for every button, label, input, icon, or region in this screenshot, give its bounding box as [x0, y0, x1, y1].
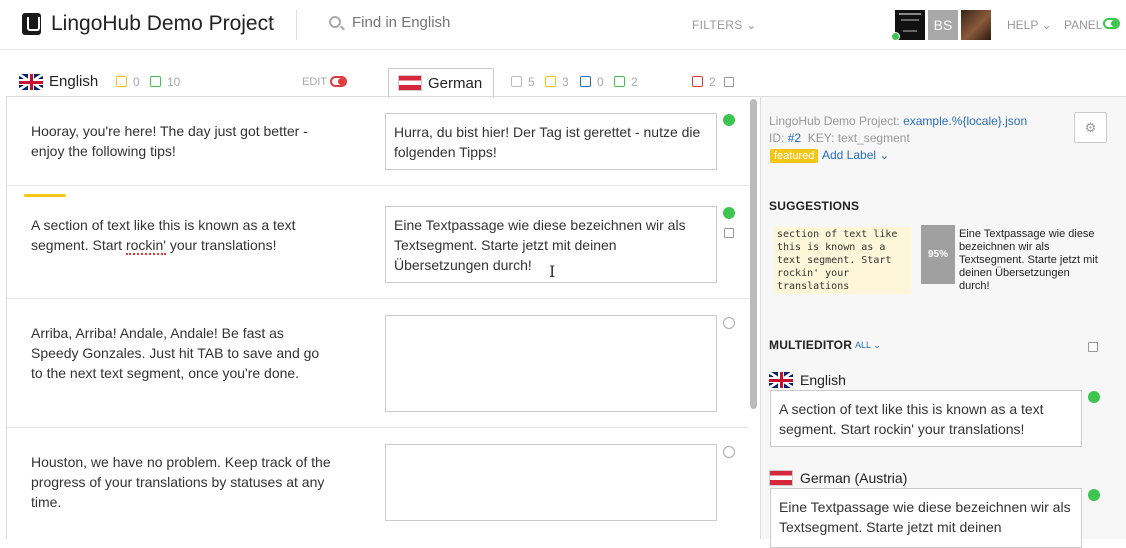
suggestions-title: SUGGESTIONS — [769, 199, 860, 213]
status-yellow-count: 3 — [562, 75, 569, 89]
status-done-icon[interactable] — [723, 207, 735, 219]
status-blue-count: 0 — [597, 75, 604, 89]
target-input[interactable] — [385, 444, 717, 521]
text-cursor-icon: I — [549, 262, 556, 281]
source-text: Hooray, you're here! The day just got be… — [31, 123, 308, 159]
search-icon — [329, 16, 341, 28]
status-yellow-filter[interactable] — [545, 76, 556, 87]
table-row[interactable]: Arriba, Arriba! Andale, Andale! Be fast … — [7, 299, 749, 428]
target-input[interactable] — [385, 315, 717, 412]
add-label-button[interactable]: Add Label ⌄ — [822, 148, 889, 162]
avatar[interactable] — [961, 10, 991, 40]
status-green-filter[interactable] — [150, 76, 161, 87]
status-green-count: 2 — [631, 75, 638, 89]
active-row-indicator — [24, 194, 66, 197]
panel-toggle-label: PANEL — [1064, 18, 1103, 32]
austria-flag-icon — [769, 470, 793, 486]
multieditor-checkbox[interactable] — [1088, 342, 1098, 352]
help-menu[interactable]: HELP ⌄ — [1007, 18, 1052, 32]
featured-tag[interactable]: featured — [770, 149, 819, 163]
table-row[interactable]: Houston, we have no problem. Keep track … — [7, 428, 749, 539]
top-bar: LingoHub Demo Project ⌵ FILTERS ⌄ BS HEL… — [0, 0, 1126, 50]
all-languages-dropdown[interactable]: ALL ⌄ — [855, 340, 881, 351]
target-language-label: German — [428, 75, 483, 92]
status-done-icon[interactable] — [1088, 391, 1100, 403]
multieditor-german-field[interactable]: Eine Textpassage wie diese bezeichnen wi… — [770, 488, 1082, 548]
uk-flag-icon — [19, 74, 43, 90]
status-green-count: 10 — [167, 75, 181, 89]
austria-flag-icon — [398, 75, 422, 91]
status-done-icon[interactable] — [1088, 489, 1100, 501]
edit-label: EDIT — [302, 76, 328, 88]
status-yellow-count: 0 — [133, 75, 140, 89]
edit-toggle[interactable] — [330, 76, 347, 87]
status-blue-filter[interactable] — [580, 76, 591, 87]
online-status-icon — [891, 32, 900, 41]
segment-id-link[interactable]: #2 — [788, 131, 801, 145]
status-red-count: 2 — [709, 75, 716, 89]
gear-icon: ⚙ — [1084, 120, 1097, 135]
multieditor-title: MULTIEDITOR — [769, 338, 853, 352]
avatar-initials[interactable]: BS — [928, 10, 958, 40]
source-language-label: English — [49, 73, 99, 90]
status-gray-filter[interactable] — [511, 76, 522, 87]
project-title[interactable]: LingoHub Demo Project — [51, 12, 274, 36]
chevron-down-icon: ⌄ — [1041, 18, 1052, 32]
help-label: HELP — [1007, 18, 1039, 32]
settings-button[interactable]: ⚙ — [1074, 112, 1107, 143]
source-text: Arriba, Arriba! Andale, Andale! Be fast … — [31, 325, 320, 381]
status-empty-icon[interactable] — [723, 446, 735, 458]
status-done-icon[interactable] — [723, 114, 735, 126]
suggestion-source: section of text like this is known as a … — [774, 227, 911, 294]
status-yellow-filter[interactable] — [116, 76, 127, 87]
language-bar — [0, 50, 1126, 96]
spelling-error: rockin' — [125, 237, 166, 255]
divider — [296, 10, 297, 40]
status-green-filter[interactable] — [614, 76, 625, 87]
chevron-down-icon: ⌄ — [746, 18, 757, 32]
search-input[interactable] — [352, 14, 452, 31]
segment-list: Hooray, you're here! The day just got be… — [6, 96, 761, 539]
project-file-info: LingoHub Demo Project: example.%{locale}… — [769, 114, 1028, 128]
details-panel: LingoHub Demo Project: example.%{locale}… — [761, 96, 1126, 548]
chevron-down-icon[interactable]: ⌵ — [268, 16, 276, 27]
source-text: A section of text like this is known as … — [31, 217, 296, 255]
tab-german[interactable]: German — [388, 68, 494, 98]
table-row[interactable]: Hooray, you're here! The day just got be… — [7, 97, 749, 186]
filters-label: FILTERS — [692, 18, 743, 32]
source-text: Houston, we have no problem. Keep track … — [31, 454, 331, 510]
target-input[interactable]: Hurra, du bist hier! Der Tag ist gerette… — [385, 113, 717, 170]
status-empty-icon[interactable] — [723, 317, 735, 329]
chevron-down-icon: ⌄ — [879, 148, 890, 162]
lingohub-logo-icon[interactable] — [22, 13, 41, 35]
row-checkbox[interactable] — [724, 228, 734, 238]
file-link[interactable]: example.%{locale}.json — [903, 114, 1027, 128]
chevron-down-icon: ⌄ — [873, 340, 881, 350]
status-red-filter[interactable] — [692, 76, 703, 87]
scrollbar[interactable] — [750, 99, 757, 409]
filters-button[interactable]: FILTERS ⌄ — [692, 18, 757, 32]
panel-toggle[interactable] — [1103, 18, 1120, 29]
multieditor-english-field[interactable]: A section of text like this is known as … — [770, 390, 1082, 447]
suggestion-match-badge: 95% — [921, 225, 955, 284]
segment-id-info: ID: #2 KEY: text_segment — [769, 131, 910, 145]
suggestion-target[interactable]: Eine Textpassage wie diese bezeichnen wi… — [959, 228, 1101, 293]
multieditor-lang-english: English — [800, 372, 846, 388]
table-row[interactable]: A section of text like this is known as … — [7, 186, 749, 299]
select-all-checkbox[interactable] — [724, 77, 734, 87]
status-gray-count: 5 — [528, 75, 535, 89]
multieditor-lang-german-austria: German (Austria) — [800, 470, 908, 486]
uk-flag-icon — [769, 372, 793, 388]
